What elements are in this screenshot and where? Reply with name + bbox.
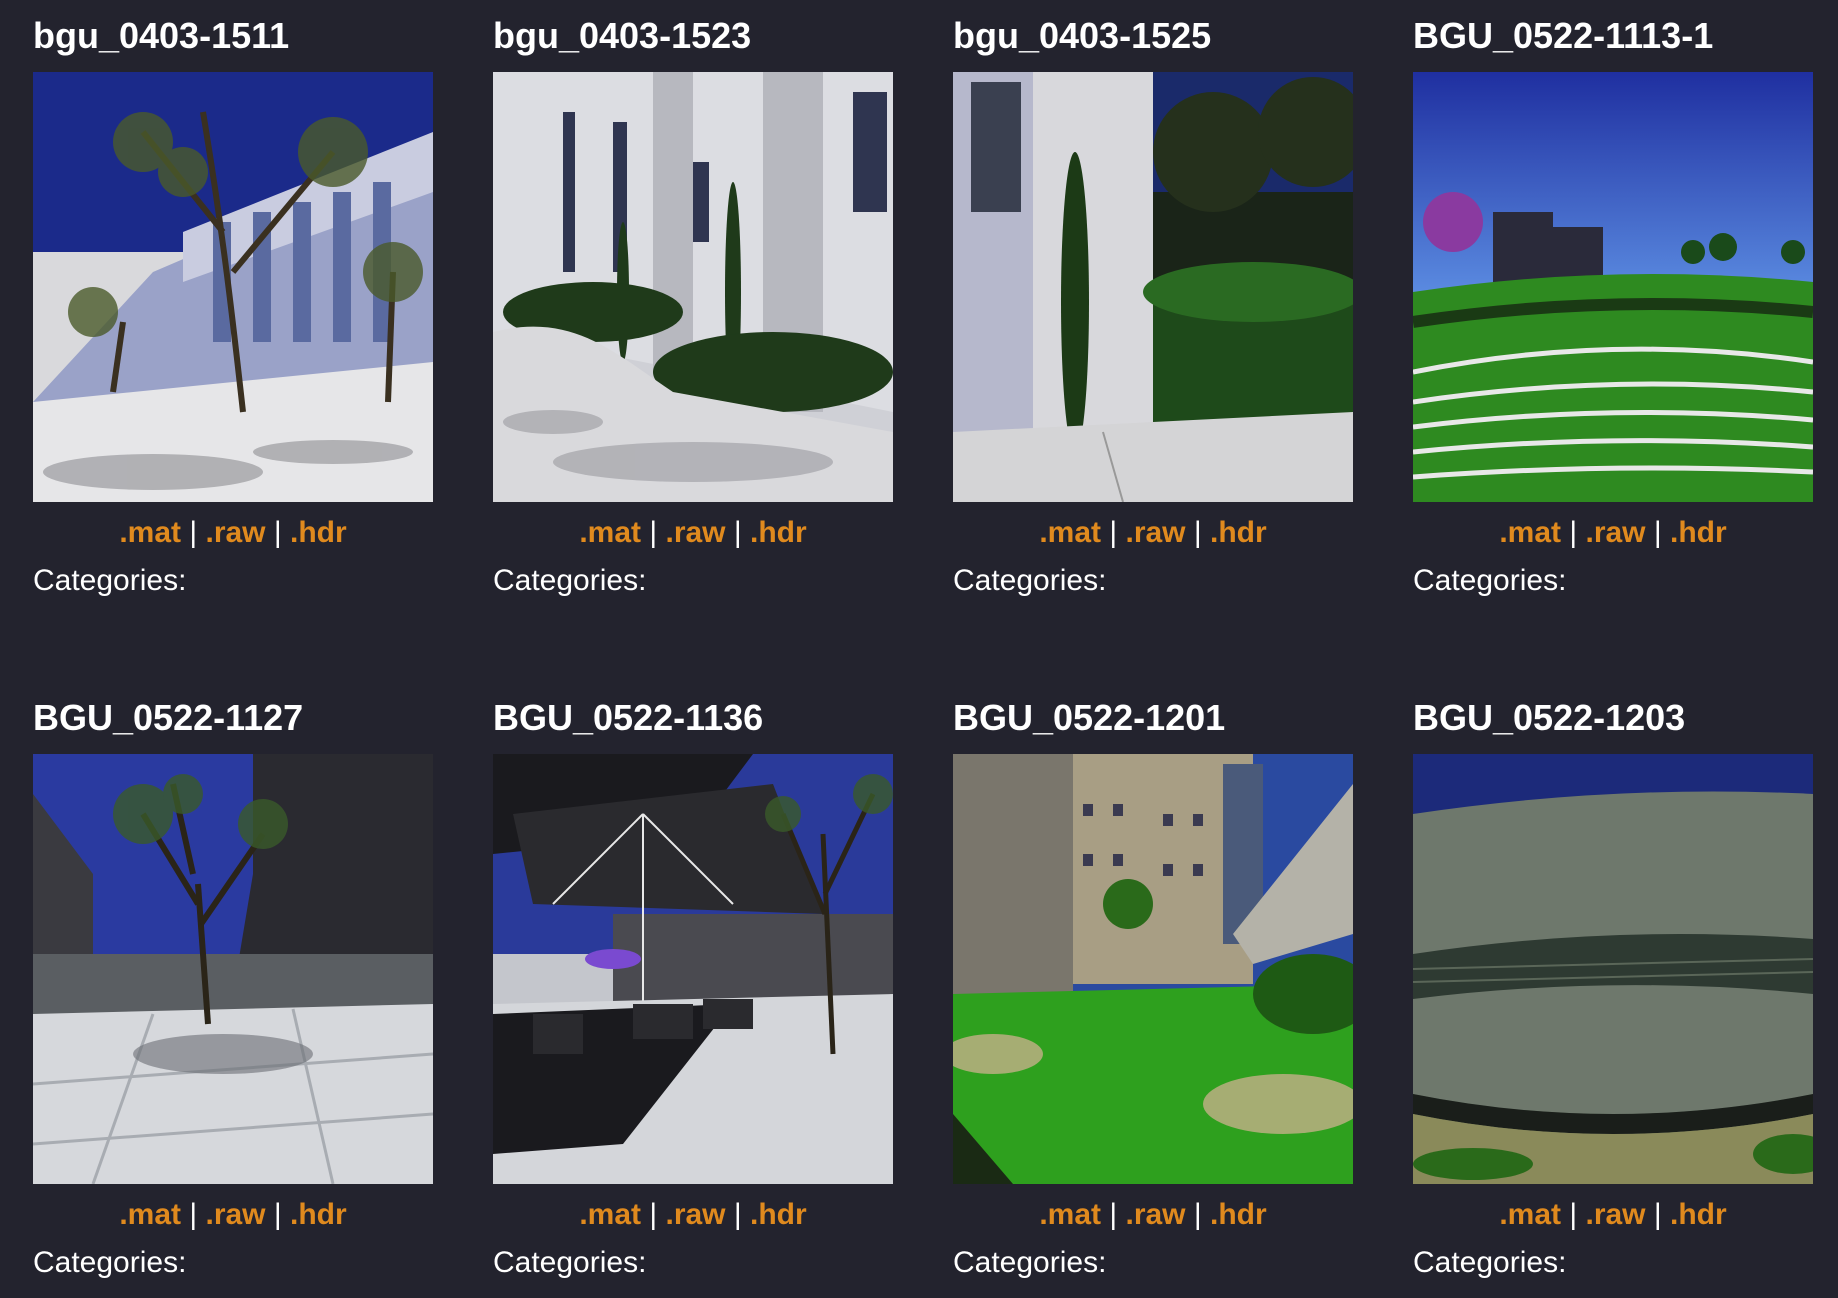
thumbnail-image[interactable]	[953, 754, 1353, 1184]
download-links: .mat | .raw | .hdr	[1413, 516, 1813, 550]
card-title: bgu_0403-1511	[33, 15, 290, 56]
link-separator: |	[649, 516, 658, 549]
gallery-card: BGU_0522-1113-1 .mat | .raw | .hdr Categ…	[1413, 15, 1813, 597]
card-title: BGU_0522-1203	[1413, 697, 1686, 738]
link-separator: |	[733, 516, 742, 549]
hdr-link[interactable]: .hdr	[1670, 516, 1727, 549]
scene-lawn-between-buildings-image	[953, 754, 1353, 1184]
scene-courtyard-tree-image	[33, 754, 433, 1184]
card-title: BGU_0522-1136	[493, 697, 764, 738]
mat-link[interactable]: .mat	[1039, 1198, 1101, 1231]
hdr-link[interactable]: .hdr	[1210, 516, 1267, 549]
scene-terraced-lawn-image	[1413, 72, 1813, 502]
categories-label: Categories:	[493, 1246, 647, 1279]
link-separator: |	[1193, 1198, 1202, 1231]
gallery-card: BGU_0522-1136 .mat | .raw | .hdr Categor…	[493, 697, 893, 1279]
hdr-link[interactable]: .hdr	[1210, 1198, 1267, 1231]
image-gallery: bgu_0403-1511 .mat | .raw | .hdr Categor…	[0, 0, 1838, 1298]
thumbnail-image[interactable]	[953, 72, 1353, 502]
hdr-link[interactable]: .hdr	[290, 516, 347, 549]
categories-label: Categories:	[33, 564, 187, 597]
link-separator: |	[1653, 516, 1662, 549]
thumbnail-image[interactable]	[493, 72, 893, 502]
gallery-card: bgu_0403-1525 .mat | .raw | .hdr Categor…	[953, 15, 1353, 597]
card-title: bgu_0403-1525	[953, 15, 1212, 56]
scene-building-cypress-walkway-image	[493, 72, 893, 502]
mat-link[interactable]: .mat	[579, 516, 641, 549]
download-links: .mat | .raw | .hdr	[953, 516, 1353, 550]
link-separator: |	[1193, 516, 1202, 549]
gallery-card: BGU_0522-1127 .mat | .raw | .hdr Categor…	[33, 697, 433, 1279]
download-links: .mat | .raw | .hdr	[1413, 1198, 1813, 1232]
gallery-card: bgu_0403-1511 .mat | .raw | .hdr Categor…	[33, 15, 433, 597]
hdr-link[interactable]: .hdr	[1670, 1198, 1727, 1231]
mat-link[interactable]: .mat	[579, 1198, 641, 1231]
gallery-card: BGU_0522-1201 .mat | .raw | .hdr Categor…	[953, 697, 1353, 1279]
categories-label: Categories:	[33, 1246, 187, 1279]
link-separator: |	[1653, 1198, 1662, 1231]
hdr-link[interactable]: .hdr	[290, 1198, 347, 1231]
download-links: .mat | .raw | .hdr	[493, 516, 893, 550]
thumbnail-image[interactable]	[1413, 72, 1813, 502]
categories-label: Categories:	[1413, 564, 1567, 597]
gallery-card: bgu_0403-1523 .mat | .raw | .hdr Categor…	[493, 15, 893, 597]
card-title: BGU_0522-1127	[33, 697, 304, 738]
link-separator: |	[1109, 516, 1118, 549]
card-title: bgu_0403-1523	[493, 15, 752, 56]
scene-pillar-cypress-hedge-image	[953, 72, 1353, 502]
card-title: BGU_0522-1201	[953, 697, 1226, 738]
categories-label: Categories:	[1413, 1246, 1567, 1279]
thumbnail-image[interactable]	[33, 754, 433, 1184]
mat-link[interactable]: .mat	[119, 516, 181, 549]
hdr-link[interactable]: .hdr	[750, 1198, 807, 1231]
link-separator: |	[1569, 516, 1578, 549]
download-links: .mat | .raw | .hdr	[33, 1198, 433, 1232]
raw-link[interactable]: .raw	[205, 1198, 265, 1231]
raw-link[interactable]: .raw	[1585, 1198, 1645, 1231]
link-separator: |	[273, 1198, 282, 1231]
thumbnail-image[interactable]	[493, 754, 893, 1184]
raw-link[interactable]: .raw	[1585, 516, 1645, 549]
scene-cafe-umbrella-patio-image	[493, 754, 893, 1184]
link-separator: |	[189, 1198, 198, 1231]
scene-building-trees-plaza-image	[33, 72, 433, 502]
mat-link[interactable]: .mat	[1499, 1198, 1561, 1231]
download-links: .mat | .raw | .hdr	[493, 1198, 893, 1232]
gallery-card: BGU_0522-1203 .mat | .raw | .hdr Categor	[1413, 697, 1813, 1279]
link-separator: |	[733, 1198, 742, 1231]
raw-link[interactable]: .raw	[1125, 516, 1185, 549]
card-title: BGU_0522-1113-1	[1413, 15, 1714, 56]
raw-link[interactable]: .raw	[665, 1198, 725, 1231]
link-separator: |	[649, 1198, 658, 1231]
scene-concrete-wall-image	[1413, 754, 1813, 1184]
raw-link[interactable]: .raw	[665, 516, 725, 549]
download-links: .mat | .raw | .hdr	[33, 516, 433, 550]
link-separator: |	[1109, 1198, 1118, 1231]
categories-label: Categories:	[953, 564, 1107, 597]
thumbnail-image[interactable]	[33, 72, 433, 502]
raw-link[interactable]: .raw	[205, 516, 265, 549]
categories-label: Categories:	[953, 1246, 1107, 1279]
hdr-link[interactable]: .hdr	[750, 516, 807, 549]
link-separator: |	[1569, 1198, 1578, 1231]
mat-link[interactable]: .mat	[1499, 516, 1561, 549]
mat-link[interactable]: .mat	[1039, 516, 1101, 549]
mat-link[interactable]: .mat	[119, 1198, 181, 1231]
categories-label: Categories:	[493, 564, 647, 597]
download-links: .mat | .raw | .hdr	[953, 1198, 1353, 1232]
raw-link[interactable]: .raw	[1125, 1198, 1185, 1231]
thumbnail-image[interactable]	[1413, 754, 1813, 1184]
link-separator: |	[273, 516, 282, 549]
link-separator: |	[189, 516, 198, 549]
